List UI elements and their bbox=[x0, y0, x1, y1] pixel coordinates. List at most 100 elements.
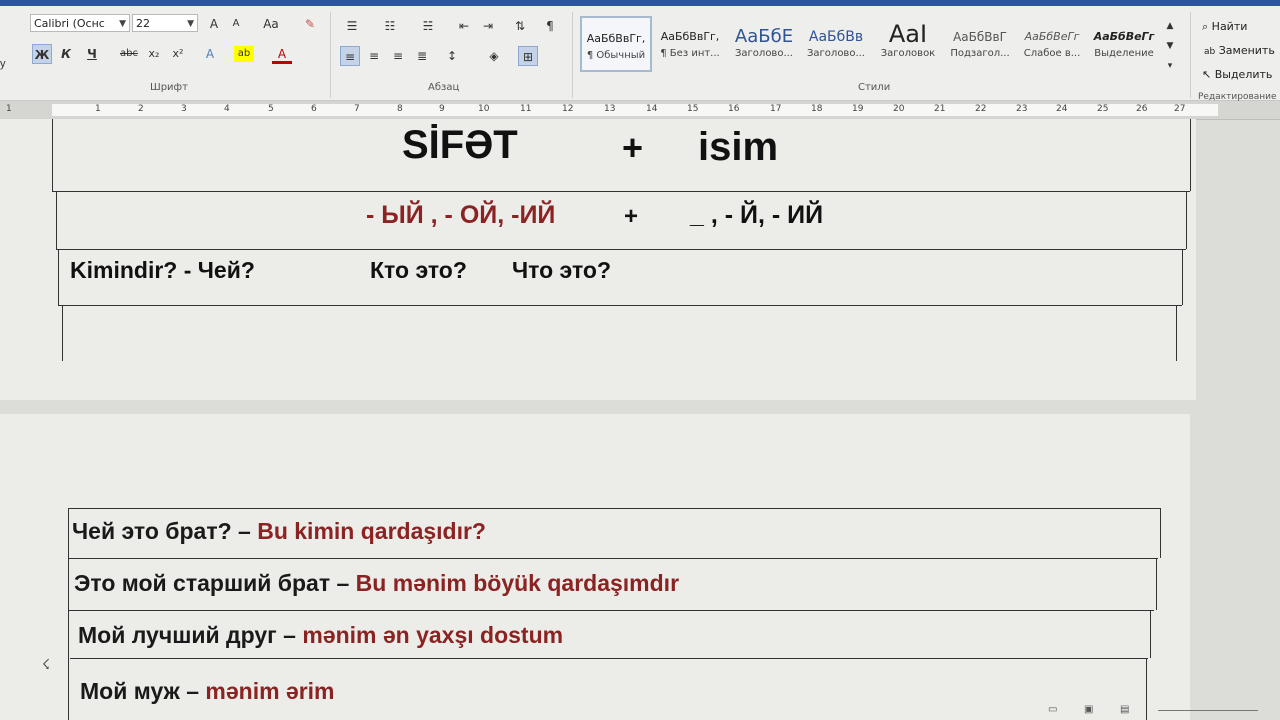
ruler-number: 1 bbox=[6, 104, 12, 114]
grow-font-button[interactable]: A bbox=[204, 14, 224, 34]
subscript-button[interactable]: x₂ bbox=[144, 44, 164, 64]
select-label: Выделить bbox=[1214, 68, 1273, 81]
style-name: Заголовок bbox=[880, 48, 936, 59]
style-no-spacing[interactable]: АаБбВвГг, ¶ Без инт... bbox=[654, 16, 726, 72]
group-separator bbox=[572, 12, 573, 98]
ruler-number: 9 bbox=[439, 104, 445, 114]
endings-plus: + bbox=[624, 203, 639, 230]
strikethrough-button[interactable]: abc bbox=[116, 44, 142, 64]
ruler-number: 1 bbox=[95, 104, 101, 114]
styles-scroll-up-icon[interactable]: ▲ bbox=[1160, 16, 1180, 36]
ruler-number: 19 bbox=[852, 104, 864, 114]
replace-button[interactable]: ab Заменить bbox=[1204, 44, 1275, 57]
style-subtitle[interactable]: АаБбВвГ Подзагол... bbox=[944, 16, 1016, 72]
justify-icon[interactable]: ≣ bbox=[412, 46, 432, 66]
clear-formatting-icon[interactable]: ✎ bbox=[300, 14, 320, 34]
russian-text: Это мой старший брат – bbox=[74, 570, 356, 596]
question-what: Что это? bbox=[512, 257, 612, 283]
table-border bbox=[52, 119, 53, 191]
highlight-button[interactable]: ab bbox=[234, 46, 254, 62]
superscript-button[interactable]: x² bbox=[168, 44, 188, 64]
azerbaijani-text: mənim ərim bbox=[205, 678, 335, 704]
ruler-number: 25 bbox=[1097, 104, 1109, 114]
table-border bbox=[1160, 508, 1161, 558]
find-label: Найти bbox=[1211, 20, 1248, 33]
font-size-dropdown[interactable]: 22 ▼ bbox=[132, 14, 198, 32]
replace-label: Заменить bbox=[1218, 44, 1275, 57]
bullets-icon[interactable]: ☰ bbox=[342, 16, 362, 36]
ruler-number: 7 bbox=[354, 104, 360, 114]
heading-isim: isim bbox=[698, 125, 779, 169]
table-border bbox=[62, 305, 63, 361]
zoom-slider[interactable] bbox=[1158, 710, 1258, 711]
ruler-number: 18 bbox=[811, 104, 823, 114]
ruler-number: 13 bbox=[604, 104, 616, 114]
text-effects-button[interactable]: A bbox=[200, 44, 220, 64]
increase-indent-icon[interactable]: ⇥ bbox=[478, 16, 498, 36]
ruler-number: 15 bbox=[687, 104, 699, 114]
ruler-number: 4 bbox=[224, 104, 230, 114]
styles-more-icon[interactable]: ▾ bbox=[1160, 56, 1180, 76]
ruler-number: 14 bbox=[646, 104, 658, 114]
style-name: Заголово... bbox=[735, 48, 793, 59]
table-row: Это мой старший брат – Bu mənim böyük qa… bbox=[74, 570, 679, 597]
shrink-font-button[interactable]: A bbox=[226, 14, 246, 34]
replace-icon: ab bbox=[1204, 47, 1216, 57]
azerbaijani-text: Bu kimin qardaşıdır? bbox=[257, 518, 486, 544]
style-name: ¶ Обычный bbox=[586, 50, 646, 61]
style-preview: AaI bbox=[888, 20, 928, 48]
style-subtle-emphasis[interactable]: АаБбВеГг Слабое в... bbox=[1016, 16, 1088, 72]
numbering-icon[interactable]: ☷ bbox=[380, 16, 400, 36]
web-layout-icon[interactable]: ▤ bbox=[1120, 704, 1129, 715]
font-color-button[interactable]: A bbox=[272, 44, 292, 64]
multilevel-list-icon[interactable]: ☵ bbox=[418, 16, 438, 36]
ruler-number: 5 bbox=[268, 104, 274, 114]
table-row: Мой муж – mənim ərim bbox=[80, 678, 335, 705]
decrease-indent-icon[interactable]: ⇤ bbox=[454, 16, 474, 36]
group-font-label: Шрифт bbox=[150, 82, 188, 93]
select-button[interactable]: ↖ Выделить bbox=[1202, 68, 1272, 81]
align-center-icon[interactable]: ≡ bbox=[364, 46, 384, 66]
russian-text: Мой муж – bbox=[80, 678, 206, 704]
table-border bbox=[1186, 191, 1187, 249]
style-emphasis[interactable]: АаБбВеГг Выделение bbox=[1088, 16, 1160, 72]
ruler[interactable]: 1 1 2 3 4 5 6 7 8 9 10 11 12 13 14 15 16… bbox=[0, 101, 1280, 120]
bold-button[interactable]: Ж bbox=[32, 44, 52, 64]
underline-button[interactable]: Ч bbox=[82, 44, 102, 64]
style-name: Выделение bbox=[1094, 48, 1154, 59]
search-icon: ⌕ bbox=[1202, 20, 1209, 33]
align-left-icon[interactable]: ≡ bbox=[340, 46, 360, 66]
mouse-cursor-icon: ☇ bbox=[42, 656, 51, 672]
style-normal[interactable]: АаБбВвГг, ¶ Обычный bbox=[580, 16, 652, 72]
italic-button[interactable]: К bbox=[56, 44, 76, 64]
style-heading-2[interactable]: АаБбВв Заголово... bbox=[800, 16, 872, 72]
show-marks-icon[interactable]: ¶ bbox=[540, 16, 560, 36]
table-row: Чей это брат? – Bu kimin qardaşıdır? bbox=[72, 518, 486, 545]
azerbaijani-text: mənim ən yaxşı dostum bbox=[302, 622, 564, 648]
ruler-number: 12 bbox=[562, 104, 574, 114]
shading-icon[interactable]: ◈ bbox=[484, 46, 504, 66]
ruler-number: 10 bbox=[478, 104, 490, 114]
ruler-number: 8 bbox=[397, 104, 403, 114]
style-name: Слабое в... bbox=[1023, 48, 1081, 59]
borders-icon[interactable]: ⊞ bbox=[518, 46, 538, 66]
ruler-number: 23 bbox=[1016, 104, 1028, 114]
styles-scroll-down-icon[interactable]: ▼ bbox=[1160, 36, 1180, 56]
change-case-button[interactable]: Aa bbox=[258, 14, 284, 34]
line-spacing-icon[interactable]: ↕ bbox=[442, 46, 462, 66]
style-title[interactable]: AaI Заголовок bbox=[872, 16, 944, 72]
chevron-down-icon: ▼ bbox=[187, 19, 194, 29]
print-layout-icon[interactable]: ▣ bbox=[1084, 704, 1093, 715]
font-name-dropdown[interactable]: Calibri (Оснс ▼ bbox=[30, 14, 130, 32]
table-border bbox=[68, 508, 1160, 509]
read-mode-icon[interactable]: ▭ bbox=[1048, 704, 1057, 715]
document-page[interactable]: Чей это брат? – Bu kimin qardaşıdır? Это… bbox=[0, 414, 1190, 720]
find-button[interactable]: ⌕ Найти bbox=[1202, 20, 1247, 34]
table-border bbox=[70, 658, 1148, 659]
sort-icon[interactable]: ⇅ bbox=[510, 16, 530, 36]
style-heading-1[interactable]: АаБбЕ Заголово... bbox=[728, 16, 800, 72]
table-border bbox=[1182, 249, 1183, 305]
document-page[interactable]: SİFƏT + isim - ЫЙ , - ОЙ, -ИЙ + _ , - Й,… bbox=[0, 119, 1196, 400]
align-right-icon[interactable]: ≡ bbox=[388, 46, 408, 66]
table-border bbox=[56, 191, 57, 249]
